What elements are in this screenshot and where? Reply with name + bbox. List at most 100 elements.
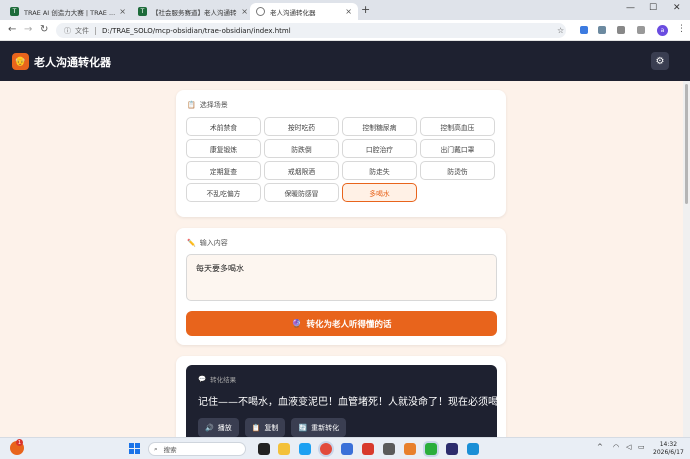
back-icon[interactable]: ←: [8, 24, 16, 35]
scenario-card: 📋 选择场景 术前禁食 按时吃药 控制糖尿病 控制高血压康复锻炼 防跌倒 口腔治疗 出门戴口…: [176, 90, 506, 217]
gear-icon: ⚙: [655, 55, 665, 67]
app-header: 👴 老人沟通转化器 ⚙: [0, 41, 690, 81]
info-icon: ⓘ: [64, 26, 71, 35]
result-actions: 🔊 播放 📋 复制 🔄 重新转化: [198, 418, 347, 437]
copy-button[interactable]: 📋 复制: [244, 418, 286, 437]
convert-button[interactable]: 🔮 转化为老人听得懂的话: [186, 311, 497, 336]
globe-icon: [256, 7, 265, 16]
address-bar: ← → ↻ ⓘ 文件 D:/TRAE_SOLO/mcp-obsidian/tra…: [0, 20, 690, 41]
tab-label: 老人沟通转化器: [270, 8, 316, 17]
scenario-chip[interactable]: 控制糖尿病: [342, 117, 417, 136]
play-button[interactable]: 🔊 播放: [198, 418, 239, 437]
copy-button-label: 复制: [264, 423, 279, 432]
content-textarea[interactable]: 每天要多喝水: [186, 254, 497, 301]
scenario-chip[interactable]: 多喝水: [342, 183, 417, 202]
crystal-ball-icon: 🔮: [291, 319, 302, 328]
scenario-chip[interactable]: 出门戴口罩: [420, 139, 495, 158]
more-menu-icon[interactable]: ⋮: [677, 24, 686, 34]
extension-icon[interactable]: [580, 26, 588, 34]
reload-icon[interactable]: ↻: [40, 24, 48, 35]
url-text: D:/TRAE_SOLO/mcp-obsidian/trae-obsidian/…: [102, 26, 291, 35]
profile-avatar[interactable]: a: [657, 25, 668, 36]
maximize-icon[interactable]: ☐: [649, 3, 657, 13]
scenario-chip[interactable]: 保暖防感冒: [264, 183, 339, 202]
clock-time: 14:32: [659, 441, 678, 448]
clipboard-icon: 📋: [187, 101, 196, 109]
speech-bubble-icon: 💬: [198, 375, 207, 383]
scenario-heading: 📋 选择场景: [187, 100, 228, 110]
app-logo: 👴: [12, 53, 29, 70]
result-text: 记住——不喝水，血液变泥巴！血管堵死！人就没命了！现在必须喝！: [198, 397, 508, 408]
window-close-icon[interactable]: ✕: [673, 3, 681, 13]
browser-tab-2[interactable]: T 【社会服务赛道】老人沟通转化... ×: [132, 3, 254, 20]
notification-badge: 1: [16, 439, 23, 446]
reconvert-button[interactable]: 🔄 重新转化: [291, 418, 347, 437]
scenario-chip[interactable]: 按时吃药: [264, 117, 339, 136]
scenario-chip[interactable]: 术前禁食: [186, 117, 261, 136]
minimize-icon[interactable]: —: [626, 3, 635, 13]
trae-favicon-icon: T: [10, 7, 19, 16]
close-icon[interactable]: ×: [345, 7, 352, 16]
battery-icon[interactable]: ▭: [638, 443, 645, 451]
app-icon[interactable]: [404, 443, 416, 455]
scenario-chip[interactable]: 定期复查: [186, 161, 261, 180]
browser-tab-strip: T TRAE AI 创造力大赛 | TRAE ... × T 【社会服务赛道】老…: [0, 0, 690, 20]
new-tab-button[interactable]: +: [361, 3, 370, 16]
bookmark-star-icon[interactable]: ☆: [557, 26, 564, 35]
chrome-icon[interactable]: [320, 443, 332, 455]
reconvert-button-label: 重新转化: [311, 423, 340, 432]
clock-date: 2026/6/17: [653, 449, 684, 456]
result-card: 💬 转化结果 记住——不喝水，血液变泥巴！血管堵死！人就没命了！现在必须喝！ 🔊…: [176, 356, 508, 437]
tab-label: TRAE AI 创造力大赛 | TRAE ...: [24, 8, 116, 17]
close-icon[interactable]: ×: [241, 7, 248, 16]
wifi-icon[interactable]: ◠: [613, 443, 619, 451]
scenario-chip[interactable]: 防走失: [342, 161, 417, 180]
volume-icon[interactable]: ◁: [626, 443, 631, 451]
search-icon: ⌕: [154, 444, 158, 453]
tray-chevron-icon[interactable]: ^: [597, 443, 603, 451]
app-icon[interactable]: [383, 443, 395, 455]
speaker-icon: 🔊: [205, 423, 214, 432]
scenario-chip[interactable]: 口腔治疗: [342, 139, 417, 158]
page-body: 📋 选择场景 术前禁食 按时吃药 控制糖尿病 控制高血压康复锻炼 防跌倒 口腔治疗 出门戴口…: [0, 81, 690, 437]
windows-start-icon[interactable]: [129, 443, 140, 454]
scenario-chip[interactable]: 康复锻炼: [186, 139, 261, 158]
scenario-chip-grid: 术前禁食 按时吃药 控制糖尿病 控制高血压康复锻炼 防跌倒 口腔治疗 出门戴口罩定期复查 戒烟…: [186, 117, 497, 202]
scenario-chip[interactable]: 防烫伤: [420, 161, 495, 180]
scenario-chip[interactable]: 控制高血压: [420, 117, 495, 136]
wps-icon[interactable]: [362, 443, 374, 455]
refresh-icon: 🔄: [298, 423, 308, 432]
result-heading: 💬 转化结果: [198, 374, 236, 384]
edge-icon[interactable]: [299, 443, 311, 455]
taskbar-search[interactable]: ⌕ 搜索: [148, 442, 246, 456]
extension-icon[interactable]: [598, 26, 606, 34]
app-title: 老人沟通转化器: [34, 56, 111, 69]
store-icon[interactable]: [341, 443, 353, 455]
app-icon[interactable]: [467, 443, 479, 455]
taskbar-clock[interactable]: 14:32 2026/6/17: [653, 441, 684, 457]
play-button-label: 播放: [217, 423, 232, 432]
close-icon[interactable]: ×: [119, 7, 126, 16]
scenario-heading-label: 选择场景: [199, 101, 228, 109]
scenario-chip[interactable]: 不乱吃偏方: [186, 183, 261, 202]
browser-tab-3[interactable]: 老人沟通转化器 ×: [250, 3, 358, 20]
taskbar: 1 ⌕ 搜索 ^ ◠ ◁ ▭ 14:32 2026/6/17: [0, 437, 690, 459]
tab-label: 【社会服务赛道】老人沟通转化...: [152, 8, 237, 17]
app-icon[interactable]: [446, 443, 458, 455]
scenario-chip[interactable]: 防跌倒: [264, 139, 339, 158]
forward-icon[interactable]: →: [24, 24, 32, 35]
url-scheme-label: 文件: [75, 26, 89, 35]
file-explorer-icon[interactable]: [278, 443, 290, 455]
url-field[interactable]: ⓘ 文件 D:/TRAE_SOLO/mcp-obsidian/trae-obsi…: [56, 23, 566, 38]
scrollbar-thumb[interactable]: [685, 84, 688, 204]
settings-button[interactable]: ⚙: [651, 52, 669, 70]
result-heading-label: 转化结果: [210, 376, 237, 384]
wechat-icon[interactable]: [425, 443, 437, 455]
task-view-icon[interactable]: [258, 443, 270, 455]
sidebar-panel-icon[interactable]: [637, 26, 645, 34]
browser-tab-1[interactable]: T TRAE AI 创造力大赛 | TRAE ... ×: [4, 3, 132, 20]
scenario-chip[interactable]: 戒烟限酒: [264, 161, 339, 180]
result-panel: 💬 转化结果 记住——不喝水，血液变泥巴！血管堵死！人就没命了！现在必须喝！ 🔊…: [186, 365, 508, 437]
extensions-puzzle-icon[interactable]: [617, 26, 625, 34]
pencil-icon: ✏️: [187, 239, 196, 247]
